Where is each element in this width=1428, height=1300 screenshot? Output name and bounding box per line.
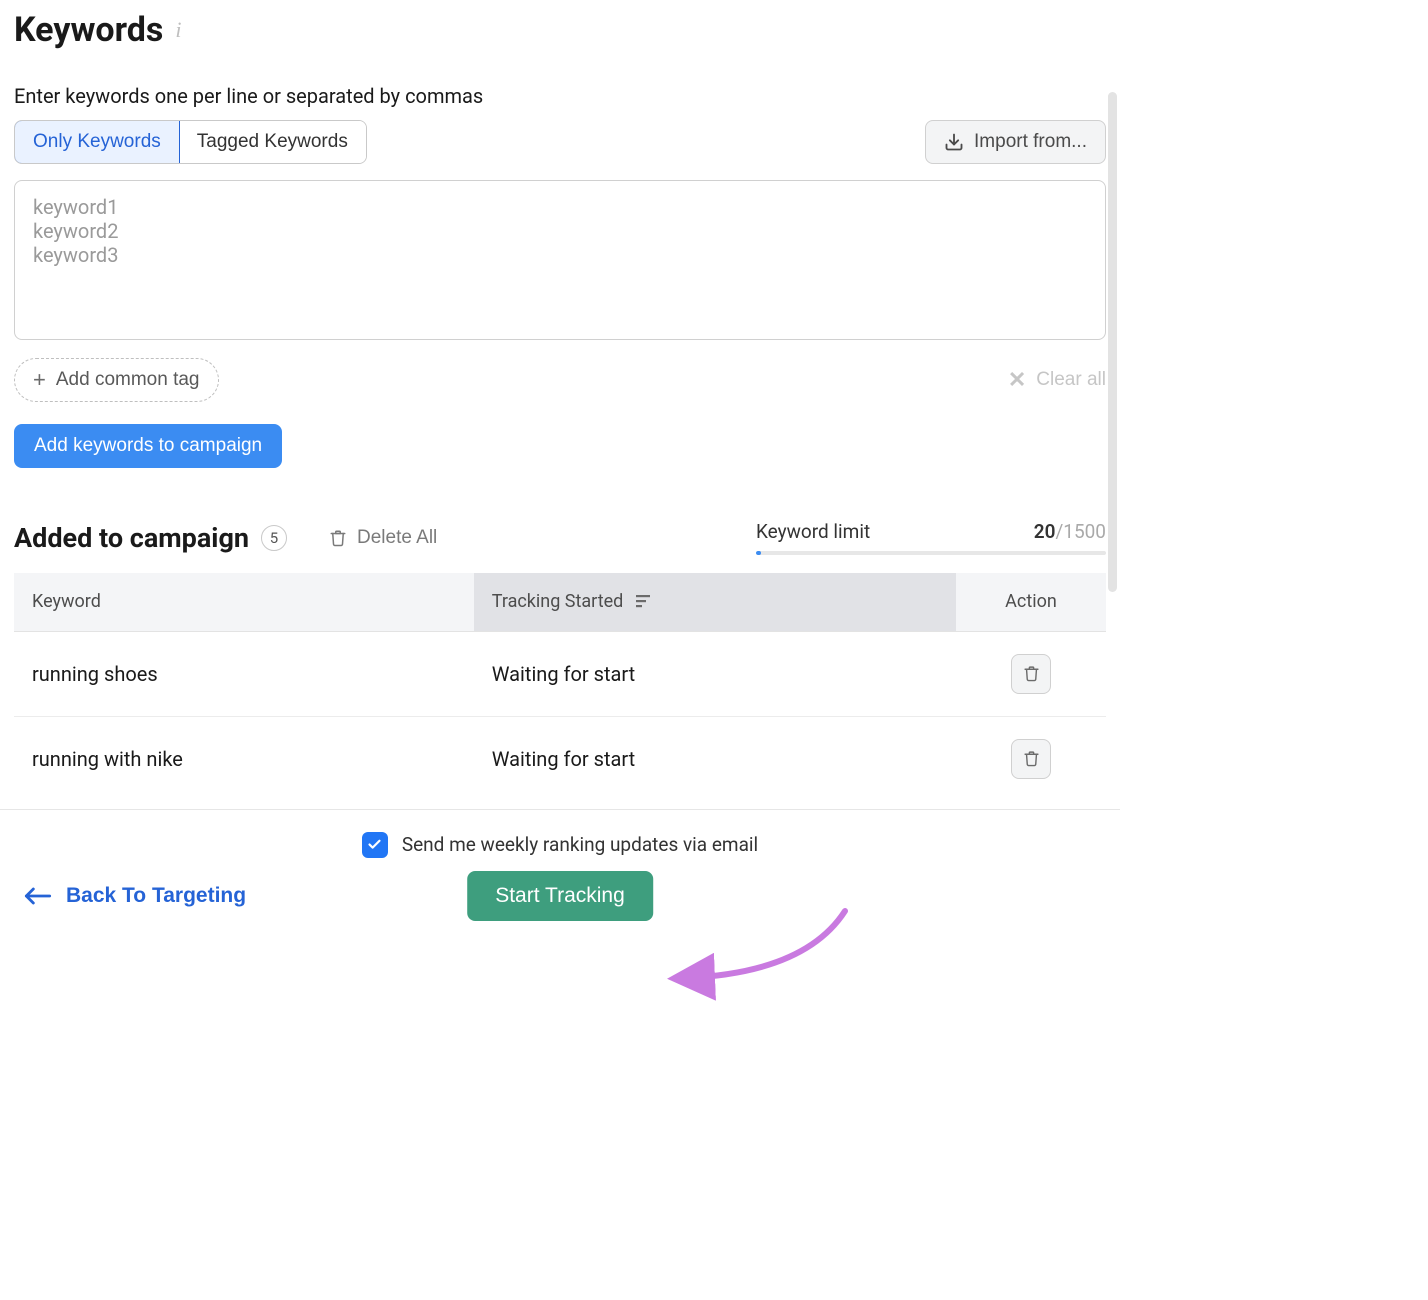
count-badge: 5 <box>261 525 287 551</box>
add-keywords-button[interactable]: Add keywords to campaign <box>14 424 282 468</box>
trash-icon <box>1023 749 1040 768</box>
scrollbar[interactable] <box>1108 92 1117 852</box>
table-row: running with nike Waiting for start <box>14 716 1106 801</box>
weekly-updates-checkbox[interactable] <box>362 832 388 858</box>
check-icon <box>367 837 382 852</box>
page-title: Keywords i <box>14 10 1106 50</box>
keyword-limit-bar <box>756 551 1106 555</box>
close-icon: ✕ <box>1008 367 1026 393</box>
arrow-left-icon <box>24 886 52 906</box>
download-icon <box>944 132 964 152</box>
trash-icon <box>1023 664 1040 683</box>
tab-only-keywords[interactable]: Only Keywords <box>14 120 180 164</box>
keyword-limit-values: 20/1500 <box>1034 520 1106 543</box>
footer: Send me weekly ranking updates via email… <box>0 809 1120 938</box>
import-button[interactable]: Import from... <box>925 120 1106 164</box>
col-tracking-started[interactable]: Tracking Started <box>474 573 956 631</box>
col-keyword[interactable]: Keyword <box>14 573 474 631</box>
weekly-updates-label: Send me weekly ranking updates via email <box>402 833 758 856</box>
cell-tracking: Waiting for start <box>474 631 956 716</box>
tab-tagged-keywords[interactable]: Tagged Keywords <box>179 121 366 163</box>
keywords-input[interactable] <box>14 180 1106 340</box>
start-tracking-button[interactable]: Start Tracking <box>467 871 653 921</box>
table-row: running shoes Waiting for start <box>14 631 1106 716</box>
keyword-mode-tabs: Only Keywords Tagged Keywords <box>14 120 367 164</box>
info-icon[interactable]: i <box>175 17 181 43</box>
keywords-table: Keyword Tracking Started Action running <box>14 573 1106 801</box>
keyword-limit: Keyword limit 20/1500 <box>756 520 1106 555</box>
added-to-campaign-title: Added to campaign 5 <box>14 522 287 554</box>
cell-keyword: running with nike <box>14 716 474 801</box>
delete-all-button[interactable]: Delete All <box>329 527 437 549</box>
row-delete-button[interactable] <box>1011 654 1051 694</box>
col-action: Action <box>956 573 1106 631</box>
cell-tracking: Waiting for start <box>474 716 956 801</box>
sort-icon <box>636 592 652 613</box>
keyword-limit-label: Keyword limit <box>756 520 870 543</box>
clear-all-button[interactable]: ✕ Clear all <box>1008 367 1106 393</box>
instruction-text: Enter keywords one per line or separated… <box>14 84 1106 108</box>
row-delete-button[interactable] <box>1011 739 1051 779</box>
plus-icon: + <box>33 367 46 393</box>
add-common-tag-button[interactable]: + Add common tag <box>14 358 219 402</box>
trash-icon <box>329 528 347 548</box>
cell-keyword: running shoes <box>14 631 474 716</box>
back-button[interactable]: Back To Targeting <box>24 884 246 908</box>
